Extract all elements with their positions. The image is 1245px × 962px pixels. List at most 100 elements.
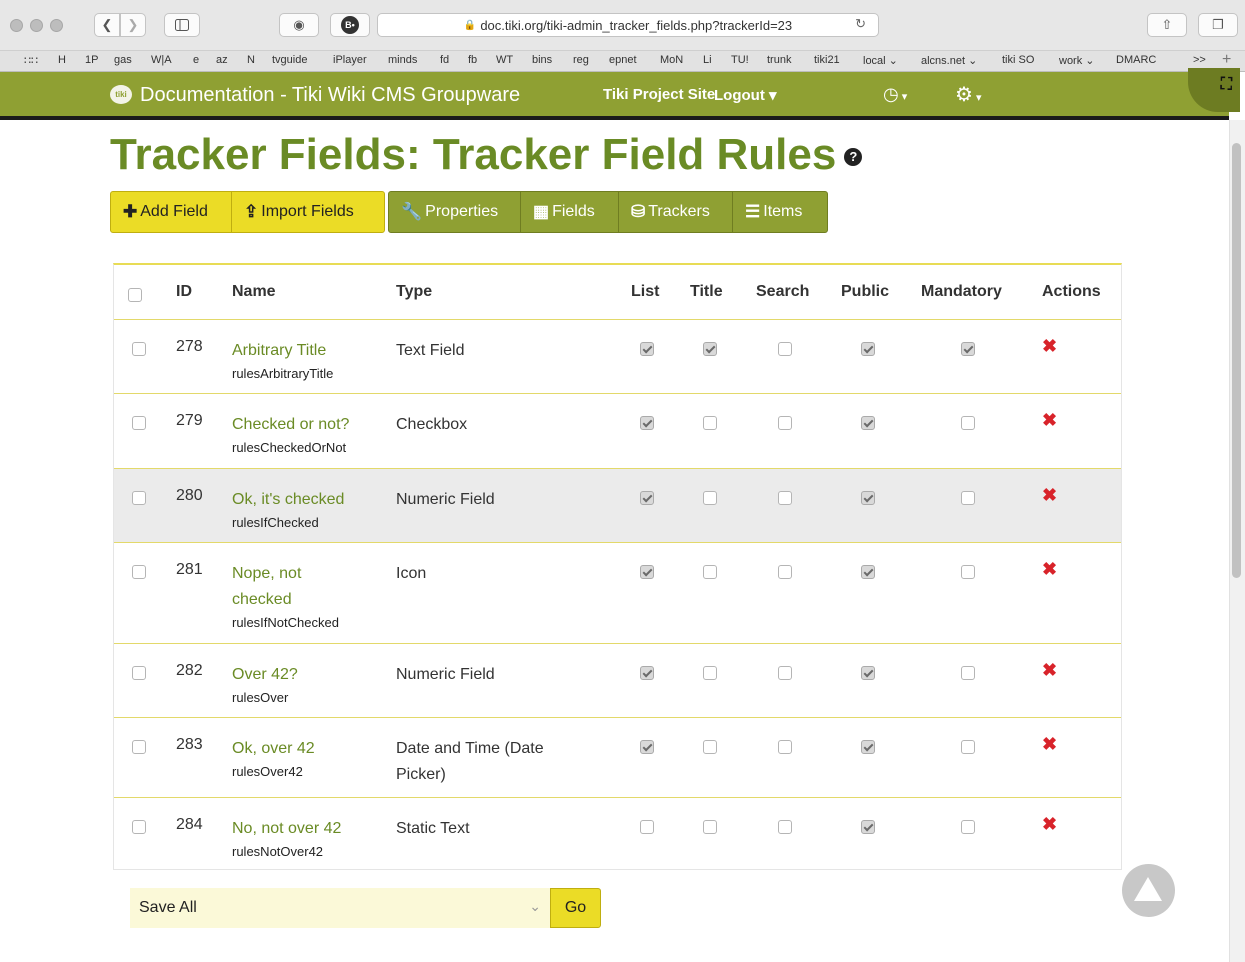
title-checkbox[interactable] <box>703 491 717 505</box>
logout-menu[interactable]: Logout ▾ <box>714 86 777 104</box>
list-checkbox[interactable] <box>640 342 654 356</box>
bookmark-item[interactable]: gas <box>114 54 132 66</box>
public-checkbox[interactable] <box>861 416 875 430</box>
new-tab-icon[interactable]: + <box>1222 51 1231 69</box>
bookmark-item[interactable]: minds <box>388 54 417 66</box>
column-header-type[interactable]: Type <box>396 283 432 301</box>
mandatory-checkbox[interactable] <box>961 820 975 834</box>
list-checkbox[interactable] <box>640 740 654 754</box>
admin-settings-menu[interactable]: ⚙ ▾ <box>955 82 982 107</box>
scrollbar-thumb[interactable] <box>1232 143 1241 578</box>
bookmark-item[interactable]: TU! <box>731 54 749 66</box>
window-zoom-button[interactable] <box>50 19 63 32</box>
bookmark-item[interactable]: tiki SO <box>1002 54 1034 66</box>
bookmark-item[interactable]: MoN <box>660 54 683 66</box>
mandatory-checkbox[interactable] <box>961 565 975 579</box>
search-checkbox[interactable] <box>778 491 792 505</box>
delete-field-icon[interactable]: ✖ <box>1042 485 1057 506</box>
share-button[interactable]: ⇧ <box>1147 13 1187 37</box>
site-title[interactable]: Documentation - Tiki Wiki CMS Groupware <box>140 84 520 107</box>
bookmark-item[interactable]: W|A <box>151 54 172 66</box>
title-checkbox[interactable] <box>703 740 717 754</box>
trackers-button[interactable]: ⛁ Trackers <box>618 191 733 233</box>
tabs-overview-button[interactable]: ❐ <box>1198 13 1238 37</box>
search-checkbox[interactable] <box>778 565 792 579</box>
title-checkbox[interactable] <box>703 416 717 430</box>
bookmark-item[interactable]: tvguide <box>272 54 307 66</box>
title-checkbox[interactable] <box>703 342 717 356</box>
list-checkbox[interactable] <box>640 491 654 505</box>
bookmark-item[interactable]: reg <box>573 54 589 66</box>
mandatory-checkbox[interactable] <box>961 740 975 754</box>
title-checkbox[interactable] <box>703 820 717 834</box>
bookmark-item[interactable]: H <box>58 54 66 66</box>
sidebar-toggle-button[interactable] <box>164 13 200 37</box>
apps-grid-icon[interactable]: ∷∷ <box>24 54 38 67</box>
public-checkbox[interactable] <box>861 491 875 505</box>
import-fields-button[interactable]: ⇪ Import Fields <box>231 191 385 233</box>
fields-button[interactable]: ▦ Fields <box>520 191 619 233</box>
field-name-link[interactable]: Ok, it's checked <box>232 491 344 508</box>
bulk-action-select[interactable]: Save All ⌄ <box>130 888 551 928</box>
bookmark-item[interactable]: iPlayer <box>333 54 367 66</box>
delete-field-icon[interactable]: ✖ <box>1042 814 1057 835</box>
bookmark-folder[interactable]: work ⌄ <box>1059 54 1095 67</box>
extension-button[interactable]: B• <box>330 13 370 37</box>
mandatory-checkbox[interactable] <box>961 416 975 430</box>
bookmark-item[interactable]: fb <box>468 54 477 66</box>
field-name-link[interactable]: Checked or not? <box>232 416 349 433</box>
bookmark-item[interactable]: az <box>216 54 228 66</box>
row-select-checkbox[interactable] <box>132 342 146 356</box>
recent-history-menu[interactable]: ◷ ▾ <box>883 84 907 105</box>
column-header-title[interactable]: Title <box>690 283 723 301</box>
field-name-link[interactable]: Over 42? <box>232 666 298 683</box>
privacy-report-button[interactable]: ◉ <box>279 13 319 37</box>
row-select-checkbox[interactable] <box>132 565 146 579</box>
search-checkbox[interactable] <box>778 740 792 754</box>
add-field-button[interactable]: ✚ Add Field <box>110 191 232 233</box>
bookmark-item[interactable]: N <box>247 54 255 66</box>
bookmark-item[interactable]: 1P <box>85 54 98 66</box>
search-checkbox[interactable] <box>778 820 792 834</box>
column-header-id[interactable]: ID <box>176 283 192 301</box>
items-button[interactable]: ☰ Items <box>732 191 828 233</box>
row-select-checkbox[interactable] <box>132 666 146 680</box>
bookmark-item[interactable]: trunk <box>767 54 791 66</box>
delete-field-icon[interactable]: ✖ <box>1042 734 1057 755</box>
public-checkbox[interactable] <box>861 740 875 754</box>
row-select-checkbox[interactable] <box>132 820 146 834</box>
bookmark-folder[interactable]: local ⌄ <box>863 54 898 67</box>
column-header-search[interactable]: Search <box>756 283 809 301</box>
public-checkbox[interactable] <box>861 565 875 579</box>
address-bar[interactable]: 🔒 doc.tiki.org/tiki-admin_tracker_fields… <box>377 13 879 37</box>
bookmark-item[interactable]: tiki21 <box>814 54 840 66</box>
list-checkbox[interactable] <box>640 666 654 680</box>
help-icon[interactable]: ? <box>844 148 863 167</box>
bookmark-item[interactable]: e <box>193 54 199 66</box>
window-close-button[interactable] <box>10 19 23 32</box>
mandatory-checkbox[interactable] <box>961 491 975 505</box>
bookmark-item[interactable]: WT <box>496 54 513 66</box>
bookmark-item[interactable]: bins <box>532 54 552 66</box>
column-header-name[interactable]: Name <box>232 283 276 301</box>
bookmark-folder[interactable]: alcns.net ⌄ <box>921 54 977 67</box>
scroll-to-top-button[interactable] <box>1122 864 1175 917</box>
select-all-checkbox[interactable] <box>128 288 142 302</box>
go-button[interactable]: Go <box>550 888 601 928</box>
bookmark-item[interactable]: DMARC <box>1116 54 1156 66</box>
delete-field-icon[interactable]: ✖ <box>1042 410 1057 431</box>
row-select-checkbox[interactable] <box>132 491 146 505</box>
mandatory-checkbox[interactable] <box>961 666 975 680</box>
column-header-public[interactable]: Public <box>841 283 889 301</box>
title-checkbox[interactable] <box>703 565 717 579</box>
public-checkbox[interactable] <box>861 342 875 356</box>
properties-button[interactable]: 🔧 Properties <box>388 191 521 233</box>
column-header-list[interactable]: List <box>631 283 659 301</box>
project-site-menu[interactable]: Tiki Project Site <box>603 86 715 103</box>
delete-field-icon[interactable]: ✖ <box>1042 559 1057 580</box>
list-checkbox[interactable] <box>640 820 654 834</box>
bookmark-item[interactable]: fd <box>440 54 449 66</box>
bookmarks-overflow-button[interactable]: >> <box>1193 54 1206 66</box>
forward-button[interactable]: ❯ <box>120 13 146 37</box>
mandatory-checkbox[interactable] <box>961 342 975 356</box>
